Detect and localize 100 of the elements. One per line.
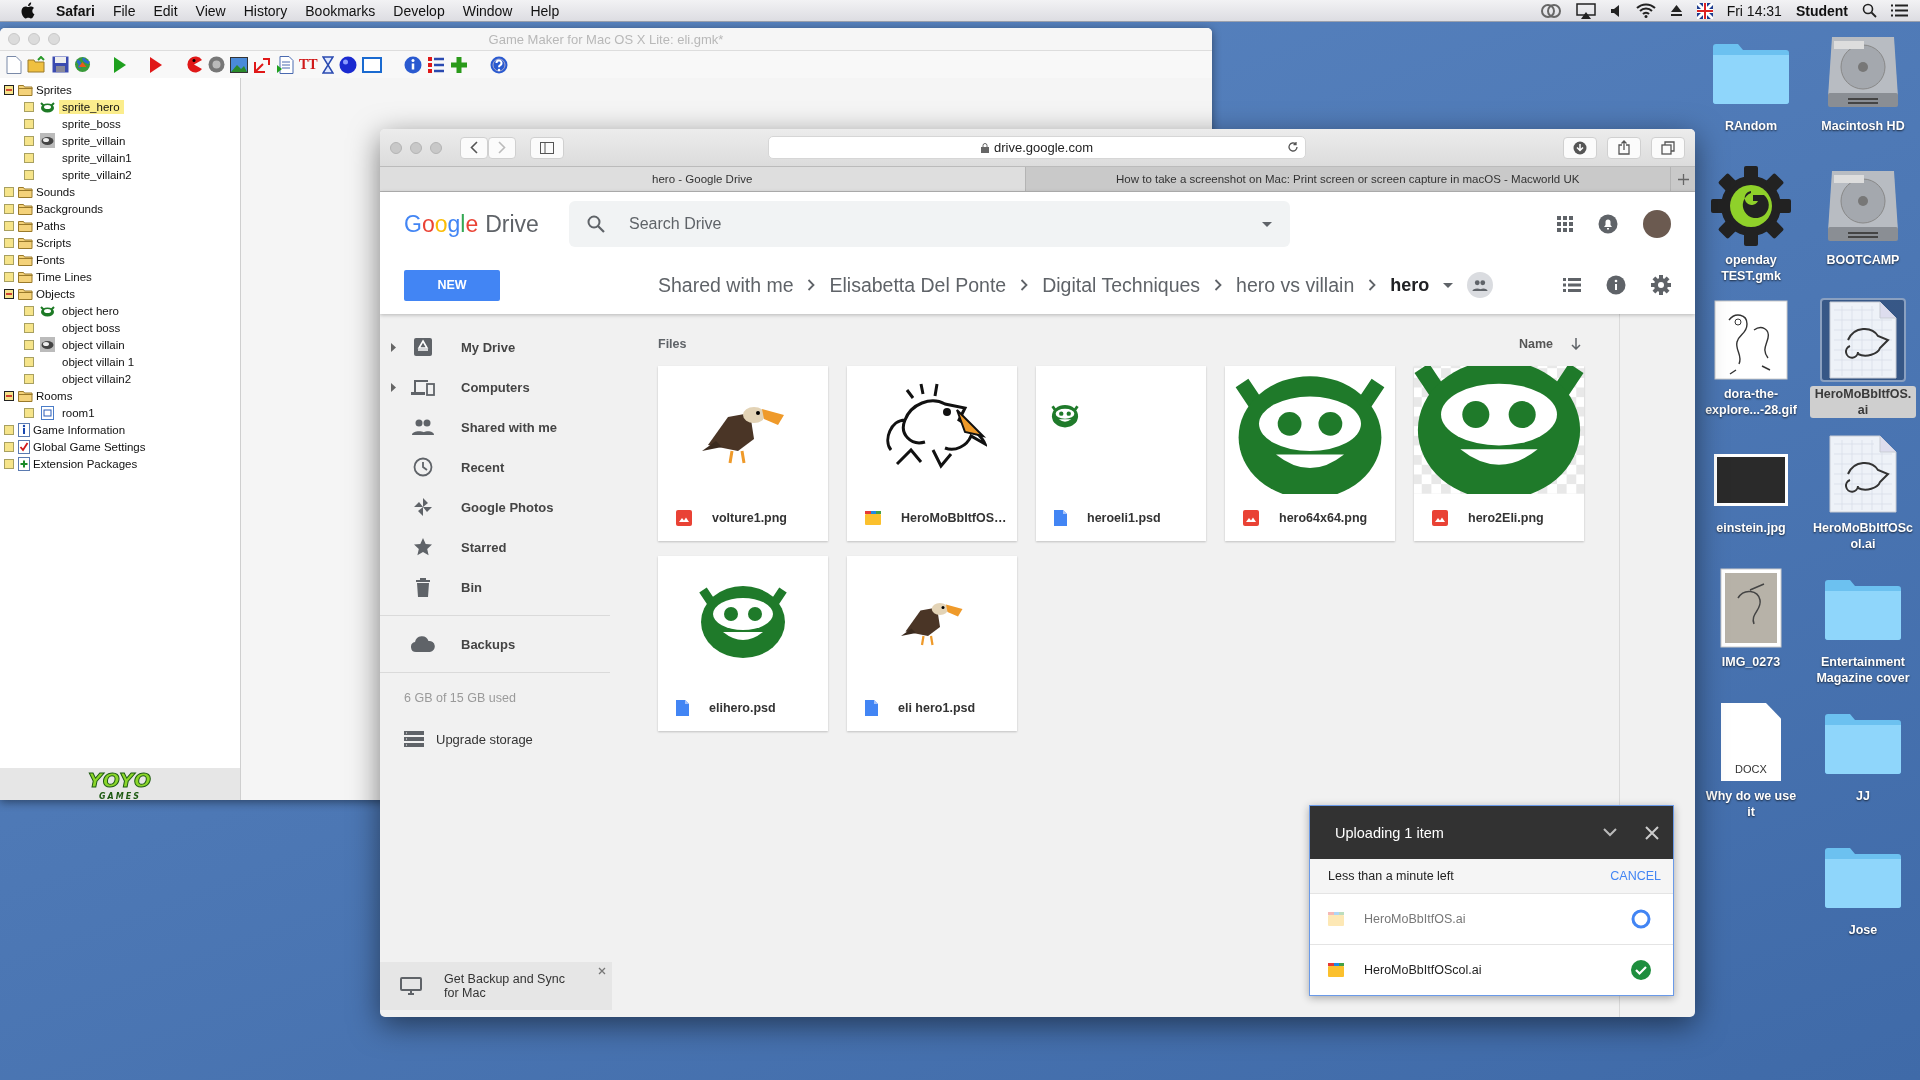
browser-tab[interactable]: hero - Google Drive — [380, 167, 1026, 191]
menu-item[interactable]: Develop — [384, 2, 454, 19]
dropdown-caret-icon[interactable] — [1262, 221, 1272, 227]
app-menu[interactable]: Safari — [47, 2, 104, 19]
room-window-icon[interactable] — [362, 56, 382, 73]
script-icon[interactable] — [276, 55, 294, 74]
menu-item[interactable]: Help — [521, 2, 569, 19]
cloud-icon[interactable] — [1539, 2, 1562, 19]
dropdown-caret-icon[interactable] — [1443, 282, 1454, 288]
file-label[interactable]: HeroMoBbItfOS.ai — [1810, 386, 1916, 418]
menu-item[interactable]: Edit — [144, 2, 187, 19]
user-name[interactable]: Student — [1795, 2, 1848, 19]
menu-item[interactable]: Window — [453, 2, 522, 19]
cartoon-sketch-thumbnail[interactable] — [1714, 300, 1788, 380]
tree-box-icon[interactable] — [24, 339, 34, 350]
info-icon[interactable] — [1606, 275, 1626, 295]
avatar[interactable] — [1643, 210, 1671, 238]
nav-item[interactable]: Shared with me — [380, 407, 612, 447]
tree-box-icon[interactable] — [24, 356, 34, 367]
illustration-file-icon[interactable] — [1828, 434, 1898, 514]
expand-arrow-icon[interactable] — [390, 382, 396, 392]
collapse-box-icon[interactable] — [4, 288, 14, 299]
google-logo[interactable]: Google — [404, 210, 479, 238]
tree-item[interactable]: sprite_villain1 — [59, 150, 136, 165]
new-page-icon[interactable] — [6, 55, 22, 74]
airplay-icon[interactable] — [1575, 2, 1596, 19]
tree-item[interactable]: sprite_hero — [59, 99, 124, 114]
collapse-box-icon[interactable] — [4, 390, 14, 401]
notification-list-icon[interactable] — [1891, 4, 1908, 17]
file-label[interactable]: IMG_0273 — [1718, 654, 1784, 670]
sort-arrow-icon[interactable] — [1571, 338, 1581, 350]
downloads-button[interactable] — [1563, 136, 1597, 159]
gear-icon[interactable] — [1711, 166, 1791, 246]
file-label[interactable]: einstein.jpg — [1713, 520, 1789, 536]
eject-icon[interactable] — [1669, 4, 1683, 17]
file-card[interactable]: heroeli1.psd — [1036, 366, 1206, 541]
collapse-box-icon[interactable] — [4, 84, 14, 95]
close-icon[interactable] — [1645, 825, 1659, 840]
shared-folder-badge[interactable] — [1467, 272, 1494, 298]
save-icon[interactable] — [52, 56, 69, 73]
clock[interactable]: Fri 14:31 — [1726, 2, 1782, 19]
nav-item[interactable]: My Drive — [380, 327, 612, 367]
photo-placeholder[interactable] — [1714, 454, 1788, 506]
nav-item[interactable]: Computers — [380, 367, 612, 407]
volume-icon[interactable] — [1609, 3, 1622, 18]
file-label[interactable]: HeroMoBbItfOScol.ai — [1810, 520, 1916, 552]
file-label[interactable]: dora-the-explore...-28.gif — [1698, 386, 1804, 418]
tree-box-icon[interactable] — [24, 135, 34, 146]
background-icon[interactable] — [230, 56, 248, 73]
info-icon[interactable] — [404, 55, 422, 74]
file-label[interactable]: Jose — [1845, 922, 1881, 938]
file-label[interactable]: openday TEST.gmk — [1698, 252, 1804, 284]
settings-icon[interactable] — [1651, 275, 1671, 295]
tree-box-icon[interactable] — [4, 424, 14, 435]
tabs-button[interactable] — [1651, 136, 1685, 159]
wifi-icon[interactable] — [1635, 3, 1656, 18]
tree-box-icon[interactable] — [24, 118, 34, 129]
list-icon[interactable] — [427, 55, 445, 74]
new-button[interactable]: NEW — [404, 269, 500, 301]
tree-box-icon[interactable] — [4, 271, 14, 282]
nav-item[interactable]: Recent — [380, 447, 612, 487]
file-label[interactable]: Why do we use it — [1698, 788, 1804, 820]
breadcrumb-link[interactable]: hero — [1390, 274, 1430, 296]
tree-box-icon[interactable] — [24, 407, 34, 418]
tree-box-icon[interactable] — [4, 458, 14, 469]
tree-item[interactable]: Fonts — [36, 253, 65, 266]
back-button[interactable] — [460, 136, 488, 159]
list-view-icon[interactable] — [1563, 278, 1581, 292]
tree-box-icon[interactable] — [4, 203, 14, 214]
promo-text[interactable]: Get Backup and Sync for Mac — [444, 972, 574, 1000]
file-label[interactable]: BOOTCAMP — [1823, 252, 1903, 268]
file-label[interactable]: RAndom — [1721, 118, 1781, 134]
nav-item[interactable]: Backups — [380, 624, 612, 664]
sound-icon[interactable] — [208, 56, 225, 73]
font-tool-button[interactable]: TT — [299, 56, 317, 73]
file-card[interactable]: elihero.psd — [658, 556, 828, 731]
file-label[interactable]: Macintosh HD — [1818, 118, 1908, 134]
tree-box-icon[interactable] — [24, 152, 34, 163]
tree-item[interactable]: Rooms — [36, 389, 73, 402]
path-icon[interactable] — [253, 55, 271, 74]
apple-menu-icon[interactable] — [20, 2, 35, 19]
tree-item[interactable]: Paths — [36, 219, 66, 232]
tree-item[interactable]: Global Game Settings — [33, 440, 146, 453]
tree-item[interactable]: Time Lines — [36, 270, 92, 283]
new-tab-icon[interactable] — [1677, 173, 1689, 185]
search-bar[interactable]: Search Drive — [569, 201, 1290, 247]
tree-box-icon[interactable] — [4, 186, 14, 197]
file-card[interactable]: eli hero1.psd — [847, 556, 1017, 731]
menu-item[interactable]: File — [103, 2, 145, 19]
sidebar-button[interactable] — [530, 136, 564, 159]
tree-box-icon[interactable] — [24, 169, 34, 180]
debug-run-icon[interactable] — [149, 55, 163, 74]
file-card[interactable]: volture1.png — [658, 366, 828, 541]
tree-item[interactable]: Sprites — [36, 83, 72, 96]
menu-item[interactable]: View — [186, 2, 235, 19]
menu-item[interactable]: Bookmarks — [296, 2, 385, 19]
object-icon[interactable] — [339, 55, 357, 74]
file-card[interactable]: hero2Eli.png — [1414, 366, 1584, 541]
file-label[interactable]: JJ — [1853, 788, 1873, 804]
tree-box-icon[interactable] — [4, 220, 14, 231]
